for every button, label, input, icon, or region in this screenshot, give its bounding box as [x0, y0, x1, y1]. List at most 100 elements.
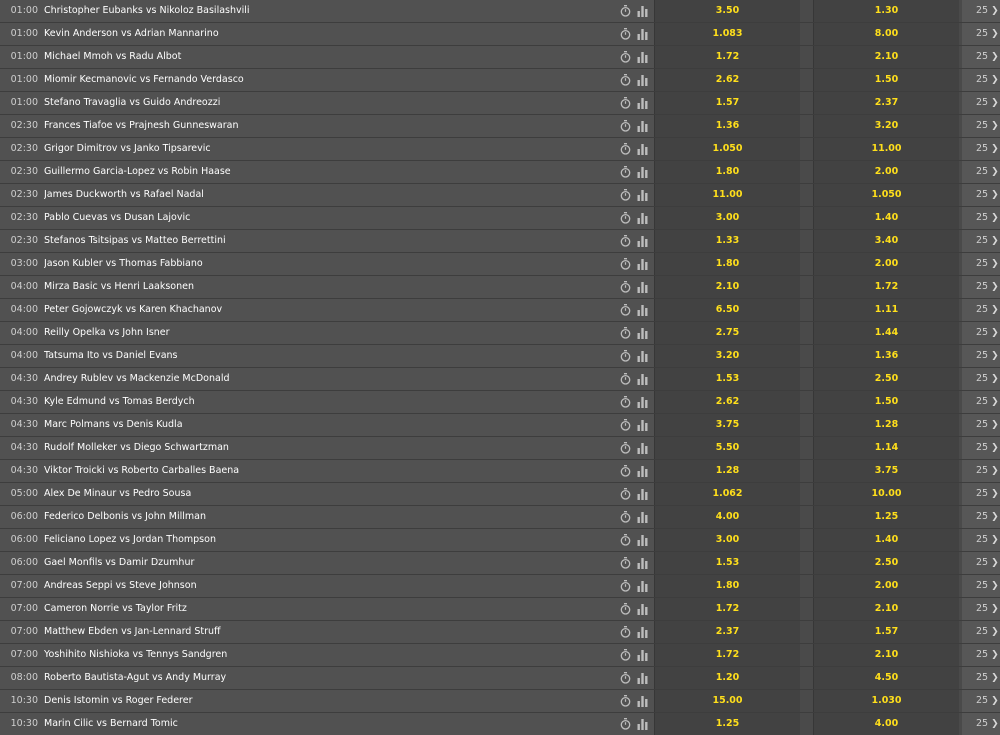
odds-player-1-button[interactable]: 5.50: [654, 437, 800, 459]
match-link[interactable]: Kyle Edmund vs Tomas Berdych: [44, 391, 604, 413]
stopwatch-icon[interactable]: [619, 207, 632, 229]
odds-player-1-button[interactable]: 15.00: [654, 690, 800, 712]
odds-player-2-button[interactable]: 1.14: [813, 437, 959, 459]
odds-player-2-button[interactable]: 3.20: [813, 115, 959, 137]
odds-player-2-button[interactable]: 1.11: [813, 299, 959, 321]
bar-chart-icon[interactable]: [636, 230, 649, 252]
match-link[interactable]: Grigor Dimitrov vs Janko Tipsarevic: [44, 138, 604, 160]
more-markets-button[interactable]: 25 ❯: [962, 0, 1000, 22]
bar-chart-icon[interactable]: [636, 575, 649, 597]
odds-player-2-button[interactable]: 2.10: [813, 644, 959, 666]
stopwatch-icon[interactable]: [619, 322, 632, 344]
match-link[interactable]: Yoshihito Nishioka vs Tennys Sandgren: [44, 644, 604, 666]
odds-player-2-button[interactable]: 4.00: [813, 713, 959, 735]
stopwatch-icon[interactable]: [619, 437, 632, 459]
bar-chart-icon[interactable]: [636, 161, 649, 183]
odds-player-1-button[interactable]: 4.00: [654, 506, 800, 528]
stopwatch-icon[interactable]: [619, 552, 632, 574]
odds-player-2-button[interactable]: 3.40: [813, 230, 959, 252]
more-markets-button[interactable]: 25 ❯: [962, 391, 1000, 413]
odds-player-2-button[interactable]: 2.50: [813, 368, 959, 390]
more-markets-button[interactable]: 25 ❯: [962, 253, 1000, 275]
odds-player-1-button[interactable]: 1.80: [654, 253, 800, 275]
bar-chart-icon[interactable]: [636, 253, 649, 275]
more-markets-button[interactable]: 25 ❯: [962, 460, 1000, 482]
odds-player-1-button[interactable]: 3.20: [654, 345, 800, 367]
bar-chart-icon[interactable]: [636, 713, 649, 735]
match-link[interactable]: Federico Delbonis vs John Millman: [44, 506, 604, 528]
odds-player-2-button[interactable]: 1.030: [813, 690, 959, 712]
odds-player-2-button[interactable]: 4.50: [813, 667, 959, 689]
odds-player-1-button[interactable]: 3.00: [654, 529, 800, 551]
bar-chart-icon[interactable]: [636, 644, 649, 666]
match-link[interactable]: Jason Kubler vs Thomas Fabbiano: [44, 253, 604, 275]
match-link[interactable]: Guillermo Garcia-Lopez vs Robin Haase: [44, 161, 604, 183]
match-link[interactable]: Alex De Minaur vs Pedro Sousa: [44, 483, 604, 505]
more-markets-button[interactable]: 25 ❯: [962, 345, 1000, 367]
stopwatch-icon[interactable]: [619, 598, 632, 620]
odds-player-1-button[interactable]: 1.72: [654, 644, 800, 666]
odds-player-1-button[interactable]: 1.25: [654, 713, 800, 735]
bar-chart-icon[interactable]: [636, 322, 649, 344]
match-link[interactable]: Miomir Kecmanovic vs Fernando Verdasco: [44, 69, 604, 91]
stopwatch-icon[interactable]: [619, 644, 632, 666]
match-link[interactable]: Marc Polmans vs Denis Kudla: [44, 414, 604, 436]
match-link[interactable]: Reilly Opelka vs John Isner: [44, 322, 604, 344]
match-link[interactable]: Feliciano Lopez vs Jordan Thompson: [44, 529, 604, 551]
match-link[interactable]: Denis Istomin vs Roger Federer: [44, 690, 604, 712]
odds-player-1-button[interactable]: 1.53: [654, 552, 800, 574]
odds-player-1-button[interactable]: 1.33: [654, 230, 800, 252]
stopwatch-icon[interactable]: [619, 230, 632, 252]
stopwatch-icon[interactable]: [619, 368, 632, 390]
odds-player-1-button[interactable]: 11.00: [654, 184, 800, 206]
match-link[interactable]: Stefano Travaglia vs Guido Andreozzi: [44, 92, 604, 114]
odds-player-2-button[interactable]: 1.50: [813, 391, 959, 413]
more-markets-button[interactable]: 25 ❯: [962, 184, 1000, 206]
stopwatch-icon[interactable]: [619, 713, 632, 735]
bar-chart-icon[interactable]: [636, 299, 649, 321]
bar-chart-icon[interactable]: [636, 276, 649, 298]
odds-player-1-button[interactable]: 1.80: [654, 161, 800, 183]
odds-player-2-button[interactable]: 1.050: [813, 184, 959, 206]
odds-player-2-button[interactable]: 1.72: [813, 276, 959, 298]
stopwatch-icon[interactable]: [619, 391, 632, 413]
stopwatch-icon[interactable]: [619, 92, 632, 114]
odds-player-2-button[interactable]: 11.00: [813, 138, 959, 160]
match-link[interactable]: Mirza Basic vs Henri Laaksonen: [44, 276, 604, 298]
more-markets-button[interactable]: 25 ❯: [962, 138, 1000, 160]
stopwatch-icon[interactable]: [619, 69, 632, 91]
match-link[interactable]: Andreas Seppi vs Steve Johnson: [44, 575, 604, 597]
match-link[interactable]: Frances Tiafoe vs Prajnesh Gunneswaran: [44, 115, 604, 137]
stopwatch-icon[interactable]: [619, 529, 632, 551]
more-markets-button[interactable]: 25 ❯: [962, 299, 1000, 321]
match-link[interactable]: Michael Mmoh vs Radu Albot: [44, 46, 604, 68]
stopwatch-icon[interactable]: [619, 115, 632, 137]
bar-chart-icon[interactable]: [636, 0, 649, 22]
odds-player-1-button[interactable]: 3.00: [654, 207, 800, 229]
more-markets-button[interactable]: 25 ❯: [962, 368, 1000, 390]
bar-chart-icon[interactable]: [636, 690, 649, 712]
bar-chart-icon[interactable]: [636, 460, 649, 482]
match-link[interactable]: Pablo Cuevas vs Dusan Lajovic: [44, 207, 604, 229]
stopwatch-icon[interactable]: [619, 23, 632, 45]
odds-player-1-button[interactable]: 1.20: [654, 667, 800, 689]
bar-chart-icon[interactable]: [636, 207, 649, 229]
more-markets-button[interactable]: 25 ❯: [962, 207, 1000, 229]
stopwatch-icon[interactable]: [619, 0, 632, 22]
more-markets-button[interactable]: 25 ❯: [962, 46, 1000, 68]
more-markets-button[interactable]: 25 ❯: [962, 69, 1000, 91]
odds-player-2-button[interactable]: 1.30: [813, 0, 959, 22]
match-link[interactable]: Matthew Ebden vs Jan-Lennard Struff: [44, 621, 604, 643]
stopwatch-icon[interactable]: [619, 621, 632, 643]
odds-player-2-button[interactable]: 1.50: [813, 69, 959, 91]
more-markets-button[interactable]: 25 ❯: [962, 161, 1000, 183]
odds-player-1-button[interactable]: 2.75: [654, 322, 800, 344]
bar-chart-icon[interactable]: [636, 598, 649, 620]
match-link[interactable]: Christopher Eubanks vs Nikoloz Basilashv…: [44, 0, 604, 22]
bar-chart-icon[interactable]: [636, 184, 649, 206]
odds-player-2-button[interactable]: 1.28: [813, 414, 959, 436]
bar-chart-icon[interactable]: [636, 437, 649, 459]
odds-player-2-button[interactable]: 2.37: [813, 92, 959, 114]
more-markets-button[interactable]: 25 ❯: [962, 322, 1000, 344]
odds-player-1-button[interactable]: 2.10: [654, 276, 800, 298]
